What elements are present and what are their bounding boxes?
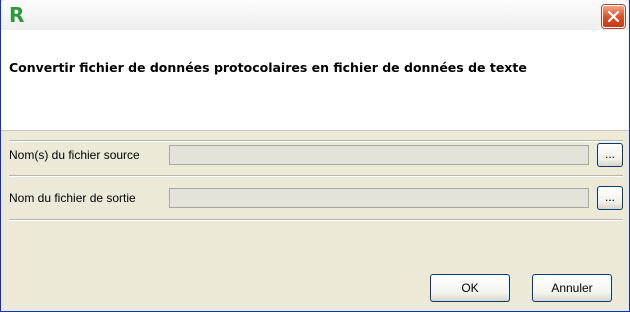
output-browse-button[interactable]: ... bbox=[597, 186, 623, 210]
close-icon bbox=[607, 10, 620, 23]
page-title: Convertir fichier de données protocolair… bbox=[9, 60, 527, 75]
dialog-window: R Convertir fichier de données protocola… bbox=[0, 0, 630, 312]
output-file-label: Nom du fichier de sortie bbox=[9, 191, 136, 205]
ok-button[interactable]: OK bbox=[430, 274, 510, 302]
divider bbox=[9, 219, 623, 221]
cancel-button[interactable]: Annuler bbox=[532, 274, 612, 302]
source-file-field[interactable] bbox=[169, 145, 589, 165]
r-logo-icon: R bbox=[9, 3, 25, 27]
divider bbox=[9, 140, 623, 142]
title-bar[interactable]: R bbox=[1, 0, 629, 30]
output-file-field[interactable] bbox=[169, 188, 589, 208]
divider bbox=[9, 175, 623, 177]
dialog-header: Convertir fichier de données protocolair… bbox=[1, 30, 629, 131]
source-browse-button[interactable]: ... bbox=[597, 143, 623, 167]
source-file-label: Nom(s) du fichier source bbox=[9, 148, 140, 162]
close-button[interactable] bbox=[602, 5, 625, 28]
